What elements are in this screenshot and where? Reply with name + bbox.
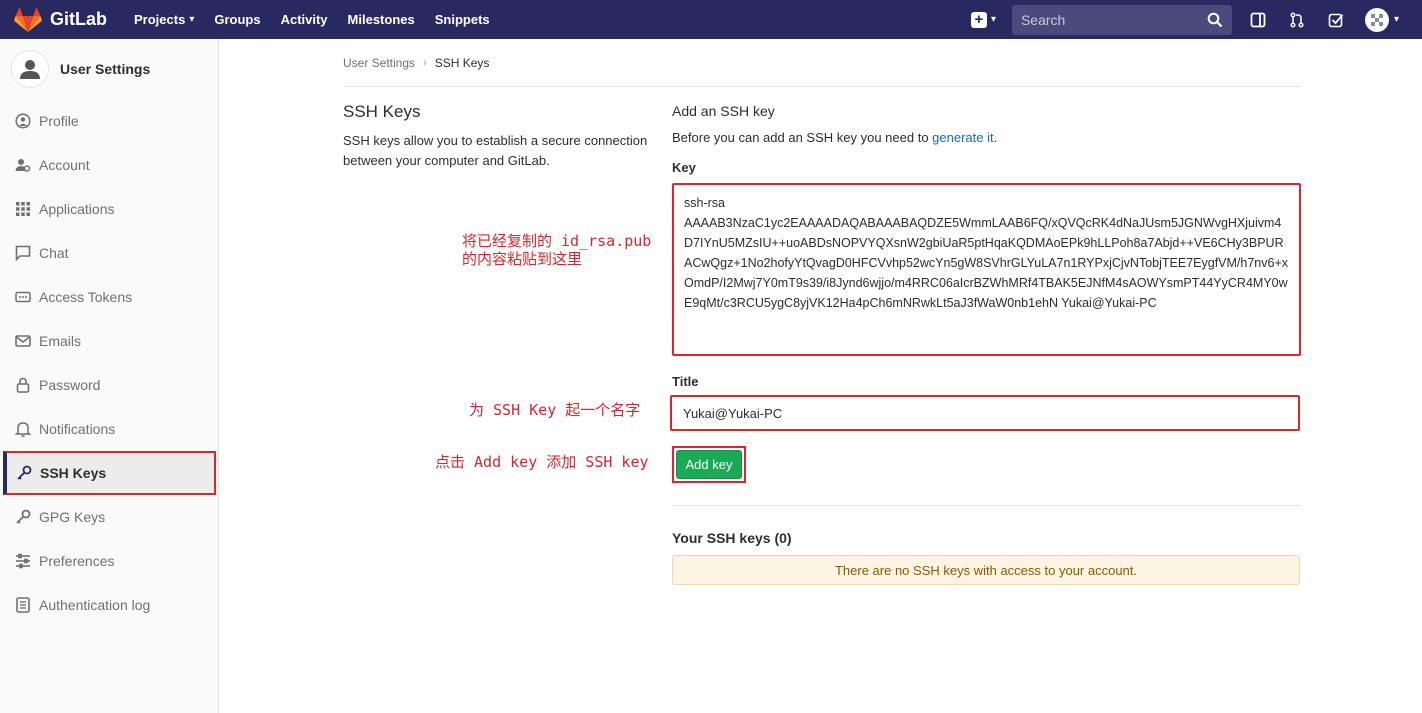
section-description: SSH keys allow you to establish a secure…: [343, 133, 648, 168]
title-label: Title: [672, 374, 699, 389]
sidebar-item-label: Chat: [39, 245, 69, 261]
sidebar-item-authentication-log[interactable]: Authentication log: [0, 583, 218, 627]
sidebar-item-label: Applications: [39, 201, 115, 217]
nav-snippets-label: Snippets: [434, 12, 490, 27]
nav-projects-label: Projects: [134, 12, 186, 27]
email-icon: [14, 332, 32, 350]
sidebar-item-label: Profile: [39, 113, 79, 129]
sidebar-item-gpg-keys[interactable]: GPG Keys: [0, 495, 218, 539]
chevron-down-icon: ▾: [990, 14, 996, 25]
merge-request-icon[interactable]: [1287, 10, 1307, 30]
key-icon: [14, 508, 32, 526]
sidebar-item-notifications[interactable]: Notifications: [0, 407, 218, 451]
section-title: SSH Keys: [343, 102, 421, 121]
sidebar-header[interactable]: User Settings: [0, 39, 218, 99]
sidebar-item-emails[interactable]: Emails: [0, 319, 218, 363]
section-intro: SSH Keys SSH keys allow you to establish…: [343, 102, 653, 171]
user-menu-button[interactable]: ▾: [1364, 7, 1399, 32]
sidebar-item-preferences[interactable]: Preferences: [0, 539, 218, 583]
key-annotation-line2: 的内容粘贴到这里: [462, 250, 583, 268]
new-item-button[interactable]: + ▾: [970, 11, 996, 28]
button-annotation: 点击 Add key 添加 SSH key: [435, 453, 649, 471]
form-hint: Before you can add an SSH key you need t…: [672, 130, 997, 145]
sidebar-menu: Profile Account Applications Chat Access…: [0, 99, 218, 627]
sidebar-item-label: Account: [39, 157, 90, 173]
sidebar-item-label: Notifications: [39, 421, 116, 437]
hint-suffix: .: [993, 130, 998, 145]
brand-name: GitLab: [50, 9, 107, 29]
key-textarea[interactable]: ssh-rsa AAAAB3NzaC1yc2EAAAADAQABAAABAQDZ…: [672, 183, 1301, 356]
nav-milestones-label: Milestones: [347, 12, 415, 27]
search-icon[interactable]: [1207, 12, 1223, 28]
sidebar-item-label: Access Tokens: [39, 289, 133, 305]
key-annotation-line1: 将已经复制的 id_rsa.pub: [462, 232, 652, 250]
form-heading: Add an SSH key: [672, 103, 775, 119]
applications-icon: [14, 200, 32, 218]
sidebar-title: User Settings: [60, 61, 151, 77]
add-key-highlight: Add key: [672, 446, 746, 483]
search-box: [1011, 4, 1232, 35]
nav-groups-label: Groups: [214, 12, 261, 27]
key-label: Key: [672, 160, 696, 175]
account-icon: [14, 156, 32, 174]
nav-right: + ▾ ▾: [970, 0, 1422, 39]
breadcrumb-current[interactable]: SSH Keys: [435, 56, 490, 70]
chevron-down-icon: ▾: [1393, 14, 1399, 25]
sidebar-item-password[interactable]: Password: [0, 363, 218, 407]
nav-milestones[interactable]: Milestones: [348, 12, 415, 27]
title-input[interactable]: Yukai@Yukai-PC: [670, 395, 1300, 431]
sidebar-item-label: Password: [39, 377, 101, 393]
title-annotation: 为 SSH Key 起一个名字: [469, 401, 641, 419]
empty-keys-message: There are no SSH keys with access to you…: [672, 555, 1300, 585]
user-avatar-icon: [11, 50, 49, 88]
add-key-button[interactable]: Add key: [676, 450, 742, 479]
plus-icon: +: [970, 11, 987, 28]
chat-icon: [14, 244, 32, 262]
top-navbar: GitLab Projects ▾ Groups Activity Milesto…: [0, 0, 1422, 39]
chevron-down-icon: ▾: [189, 14, 195, 25]
title-input-value: Yukai@Yukai-PC: [683, 405, 783, 421]
nav-snippets[interactable]: Snippets: [435, 12, 490, 27]
log-icon: [14, 596, 32, 614]
token-icon: [14, 288, 32, 306]
avatar-icon: [1364, 7, 1389, 32]
bell-icon: [14, 420, 32, 438]
lock-icon: [14, 376, 32, 394]
sidebar-item-profile[interactable]: Profile: [0, 99, 218, 143]
sidebar-item-label: SSH Keys: [40, 465, 107, 481]
settings-sidebar: User Settings Profile Account Applicatio…: [0, 39, 219, 713]
todo-check-icon[interactable]: [1326, 10, 1346, 30]
sidebar-item-label: GPG Keys: [39, 509, 106, 525]
sidebar-item-chat[interactable]: Chat: [0, 231, 218, 275]
hint-text: Before you can add an SSH key you need t…: [672, 130, 933, 145]
generate-it-link[interactable]: generate it: [932, 130, 993, 145]
divider: [672, 505, 1301, 506]
profile-icon: [14, 112, 32, 130]
sidebar-item-ssh-keys[interactable]: SSH Keys: [3, 451, 216, 495]
main-nav: Projects ▾ Groups Activity Milestones Sni…: [134, 12, 510, 27]
divider: [343, 86, 1301, 87]
brand[interactable]: GitLab: [14, 6, 107, 33]
sidebar-toggle-icon[interactable]: [1248, 10, 1268, 30]
sidebar-item-label: Authentication log: [39, 597, 151, 613]
chevron-right-icon: ›: [423, 57, 427, 69]
search-input[interactable]: [1020, 11, 1207, 28]
keys-list-heading: Your SSH keys (0): [672, 530, 792, 546]
sidebar-item-applications[interactable]: Applications: [0, 187, 218, 231]
sidebar-item-label: Emails: [39, 333, 82, 349]
gitlab-logo-icon: [14, 6, 42, 32]
breadcrumb-parent[interactable]: User Settings: [343, 56, 415, 70]
sidebar-item-account[interactable]: Account: [0, 143, 218, 187]
nav-projects[interactable]: Projects ▾: [134, 12, 194, 27]
nav-activity-label: Activity: [280, 12, 328, 27]
sidebar-item-label: Preferences: [39, 553, 115, 569]
nav-groups[interactable]: Groups: [214, 12, 260, 27]
nav-activity[interactable]: Activity: [281, 12, 328, 27]
sidebar-item-access-tokens[interactable]: Access Tokens: [0, 275, 218, 319]
form-heading-wrap: Add an SSH key: [672, 103, 1301, 119]
key-icon: [15, 464, 33, 482]
sliders-icon: [14, 552, 32, 570]
breadcrumb: User Settings › SSH Keys: [343, 56, 489, 70]
